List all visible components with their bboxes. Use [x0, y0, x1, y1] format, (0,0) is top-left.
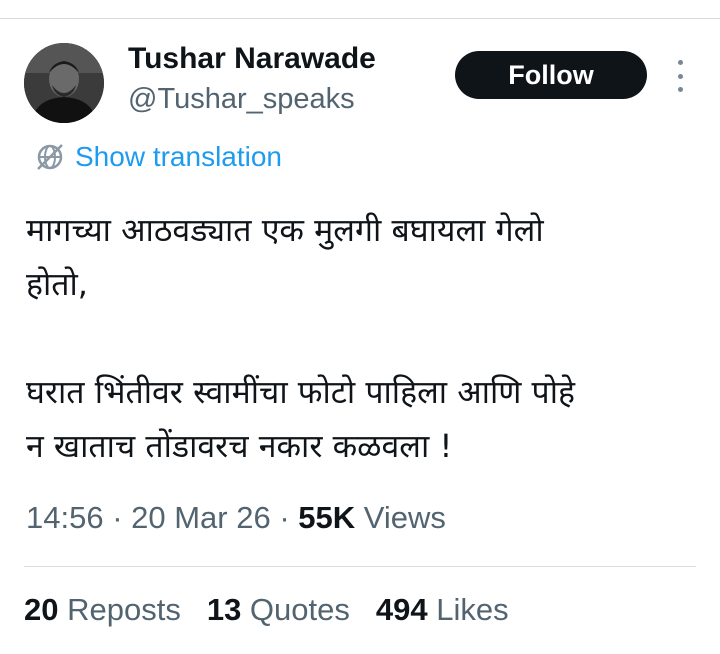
show-translation-label: Show translation [75, 141, 283, 172]
quotes-label: Quotes [241, 592, 350, 627]
reposts-stat[interactable]: 20 Reposts [24, 592, 181, 628]
globe-slash-icon [37, 144, 63, 170]
top-divider [0, 18, 720, 19]
views-label: Views [355, 500, 446, 535]
tweet-time[interactable]: 14:56 [26, 500, 104, 535]
quotes-stat[interactable]: 13 Quotes [207, 592, 350, 628]
tweet-line [26, 311, 696, 365]
tweet-meta: 14:56 · 20 Mar 26 · 55K Views [26, 500, 446, 536]
tweet-line: घरात भिंतीवर स्वामींचा फोटो पाहिला आणि प… [26, 373, 576, 411]
avatar-photo [24, 43, 104, 123]
reposts-label: Reposts [58, 592, 181, 627]
tweet-line: होतो, [26, 265, 88, 303]
tweet-text: मागच्या आठवड्यात एक मुलगी बघायला गेलो हो… [26, 203, 696, 473]
meta-separator: · [103, 500, 132, 535]
quotes-count: 13 [206, 592, 242, 627]
tweet-line: न खाताच तोंडावरच नकार कळवला ! [26, 427, 453, 465]
likes-stat[interactable]: 494 Likes [376, 592, 509, 628]
reposts-count: 20 [24, 592, 59, 627]
author-name[interactable]: Tushar Narawade [128, 42, 376, 76]
follow-button[interactable]: Follow [455, 51, 647, 99]
author-handle[interactable]: @Tushar_speaks [128, 83, 355, 116]
views-count: 55K [298, 500, 356, 535]
avatar[interactable] [24, 43, 104, 123]
tweet-line: मागच्या आठवड्यात एक मुलगी बघायला गेलो [26, 211, 544, 249]
show-translation-link[interactable]: Show translation [33, 140, 282, 174]
engagement-stats: 20 Reposts 13 Quotes 494 Likes [24, 592, 535, 628]
likes-label: Likes [427, 592, 509, 627]
stats-divider [24, 566, 696, 567]
likes-count: 494 [375, 592, 428, 627]
meta-separator: · [270, 500, 299, 535]
tweet-date[interactable]: 20 Mar 26 [131, 500, 271, 535]
more-vertical-icon[interactable] [670, 60, 690, 92]
